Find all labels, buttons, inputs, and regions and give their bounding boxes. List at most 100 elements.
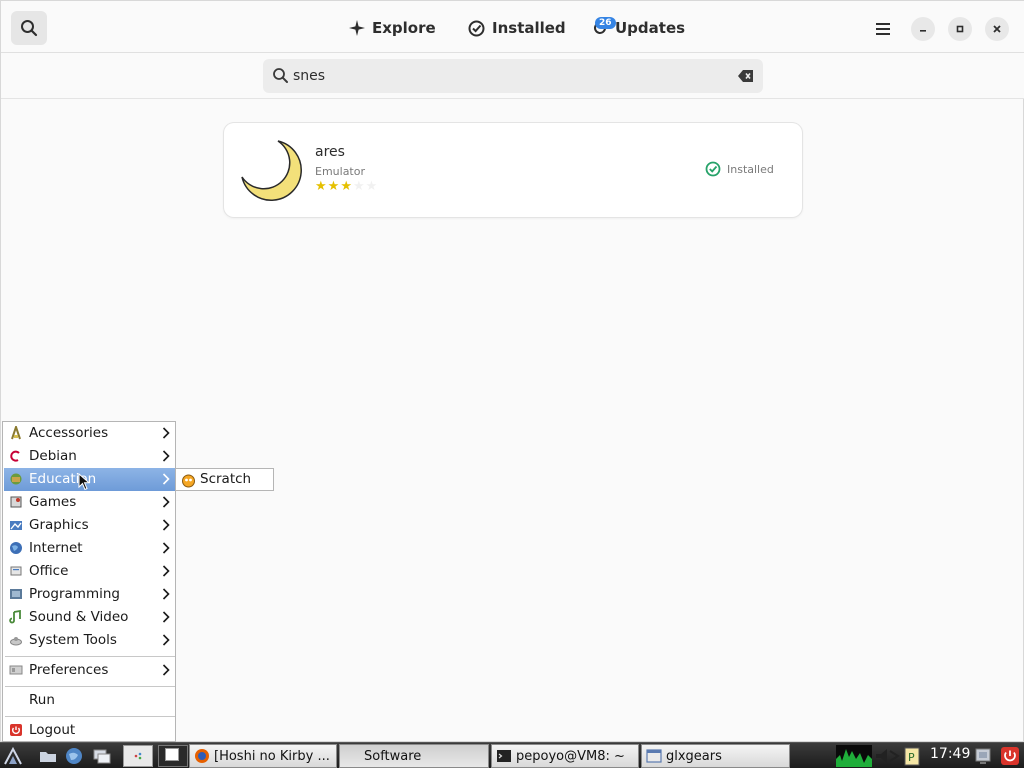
task-label: pepoyo@VM8: ~ [516,748,625,764]
show-desktop-icon[interactable] [92,746,112,766]
menu-item-label: Graphics [29,517,89,533]
menu-item-sound-video[interactable]: Sound & Video [4,606,175,629]
task-button-firefox[interactable]: [Hoshi no Kirby ... [189,744,337,768]
clear-search-icon[interactable] [738,69,754,83]
menu-item-system-tools[interactable]: System Tools [4,629,175,652]
close-button[interactable] [985,17,1009,41]
menu-item-games[interactable]: Games [4,491,175,514]
menu-item-office[interactable]: Office [4,560,175,583]
star-empty-icon: ★ [352,179,365,194]
svg-text:P: P [908,751,915,764]
workspace-pager-2[interactable] [158,745,188,767]
menu-item-label: Run [29,692,55,708]
chevron-right-icon [162,450,170,462]
tab-explore-label: Explore [372,19,436,37]
star-icon: ★ [315,179,327,194]
volume-icon[interactable] [874,747,904,765]
updates-count-badge: 26 [595,17,616,29]
minimize-button[interactable] [911,17,935,41]
menu-item-label: Logout [29,722,76,738]
tab-updates-label: Updates [615,19,686,37]
menu-item-label: Accessories [29,425,109,441]
menu-item-accessories[interactable]: Accessories [4,422,175,445]
clipboard-icon[interactable]: P [904,746,920,766]
chevron-right-icon [162,473,170,485]
task-button-software[interactable]: Software [339,744,489,768]
sound-video-icon [9,610,21,624]
star-empty-icon: ★ [365,179,378,194]
menu-item-internet[interactable]: Internet [4,537,175,560]
mouse-cursor-icon [78,473,90,491]
file-manager-icon[interactable] [38,746,58,766]
clock[interactable]: 17:49 [930,746,970,762]
chevron-right-icon [162,519,170,531]
chevron-right-icon [162,588,170,600]
education-submenu: Scratch [175,468,274,491]
app-category: Emulator [315,165,365,178]
browser-icon[interactable] [64,746,84,766]
tab-installed[interactable]: Installed [468,15,566,41]
chevron-right-icon [162,427,170,439]
chevron-right-icon [162,565,170,577]
minimize-icon [920,30,926,32]
main-menu-button[interactable] [869,15,897,43]
sparkle-icon [349,20,365,36]
installed-check-icon [705,161,721,177]
internet-icon [10,542,22,554]
menu-item-run[interactable]: Run [4,689,175,712]
menu-separator [5,686,175,687]
task-button-glxgears[interactable]: glxgears [641,744,790,768]
menu-item-label: Games [29,494,77,510]
app-install-status: Installed [705,161,774,177]
firefox-icon [195,749,209,763]
lock-screen-icon[interactable] [974,746,992,766]
games-icon [10,496,22,508]
tab-installed-label: Installed [492,19,566,37]
office-icon [10,566,22,576]
task-label: Software [364,748,422,764]
task-button-terminal[interactable]: pepoyo@VM8: ~ [491,744,639,768]
accessories-icon [11,426,21,440]
check-circle-icon [468,20,485,36]
menu-separator [5,656,175,657]
terminal-icon [497,750,511,762]
search-bar [1,53,1024,99]
logout-icon [10,724,22,736]
start-menu: Accessories Debian Education Games Graph… [2,421,176,742]
menu-item-label: Preferences [29,662,109,678]
taskbar: [Hoshi no Kirby ... Software pepoyo@VM8:… [0,742,1024,768]
menu-item-logout[interactable]: Logout [4,719,175,742]
system-tools-icon [10,637,22,646]
menu-separator [5,716,175,717]
start-menu-icon[interactable] [3,746,23,766]
search-input[interactable] [293,59,733,93]
tab-updates[interactable]: 26 Updates [592,15,685,41]
programming-icon [10,589,22,599]
menu-item-label: Internet [29,540,83,556]
menu-item-label: Office [29,563,69,579]
menu-item-debian[interactable]: Debian [4,445,175,468]
chevron-right-icon [162,496,170,508]
menu-item-preferences[interactable]: Preferences [4,659,175,682]
star-icon: ★ [340,179,352,194]
search-entry[interactable] [263,59,763,93]
maximize-icon [956,25,964,33]
menu-item-graphics[interactable]: Graphics [4,514,175,537]
power-icon[interactable] [1000,746,1020,766]
menu-item-label: System Tools [29,632,117,648]
maximize-button[interactable] [948,17,972,41]
cpu-monitor-icon [836,745,872,767]
menu-item-label: Sound & Video [29,609,129,625]
menu-item-programming[interactable]: Programming [4,583,175,606]
submenu-item-scratch[interactable]: Scratch [200,471,251,487]
workspace-pager[interactable] [123,745,153,767]
header-bar: Explore Installed 26 Updates [1,1,1024,53]
hamburger-icon [876,23,890,35]
tab-explore[interactable]: Explore [349,15,436,41]
search-icon [273,68,288,83]
menu-item-label: Programming [29,586,120,602]
graphics-icon [10,521,22,530]
task-label: [Hoshi no Kirby ... [214,748,330,764]
app-result-card[interactable]: ares Emulator ★ ★ ★ ★ ★ Installed [224,123,802,217]
chevron-right-icon [162,634,170,646]
